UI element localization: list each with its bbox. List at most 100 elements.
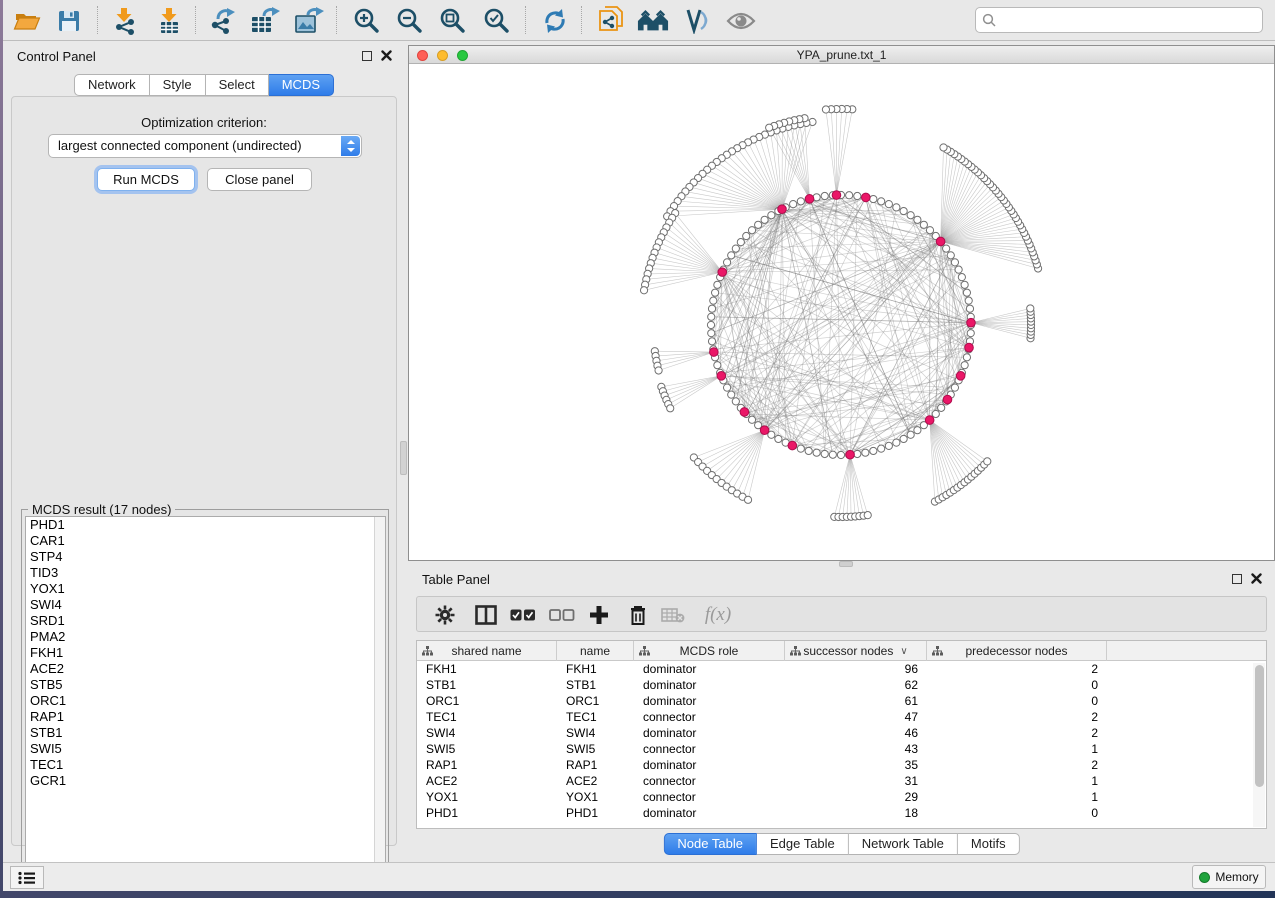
mcds-result-item[interactable]: YOX1 — [26, 581, 385, 597]
node-table: shared namenameMCDS rolesuccessor nodes∨… — [416, 640, 1267, 829]
table-cell: YOX1 — [557, 789, 634, 805]
column-header-shared-name[interactable]: shared name — [417, 641, 557, 661]
table-tab-node-table[interactable]: Node Table — [663, 833, 757, 855]
close-panel-icon[interactable] — [1251, 573, 1262, 584]
mcds-result-groupbox: MCDS result (17 nodes) PHD1CAR1STP4TID3Y… — [21, 509, 389, 877]
import-network-icon[interactable] — [109, 5, 141, 37]
column-header-successor-nodes[interactable]: successor nodes∨ — [785, 641, 927, 661]
control-panel-window-buttons — [362, 50, 392, 61]
zoom-fit-icon[interactable] — [437, 5, 469, 37]
table-row[interactable]: YOX1YOX1connector291 — [417, 789, 1266, 805]
table-row[interactable]: ORC1ORC1dominator610 — [417, 693, 1266, 709]
table-cell: FKH1 — [557, 661, 634, 677]
mcds-result-item[interactable]: PHD1 — [26, 517, 385, 533]
table-row[interactable]: RAP1RAP1dominator352 — [417, 757, 1266, 773]
toolbar-separator — [336, 6, 337, 34]
table-row[interactable]: ACE2ACE2connector311 — [417, 773, 1266, 789]
table-cell: 1 — [927, 741, 1107, 757]
mcds-result-item[interactable]: STP4 — [26, 549, 385, 565]
delete-column-icon[interactable] — [624, 601, 652, 629]
table-row[interactable]: SWI4SWI4dominator462 — [417, 725, 1266, 741]
column-header-MCDS-role[interactable]: MCDS role — [634, 641, 785, 661]
mcds-result-item[interactable]: SRD1 — [26, 613, 385, 629]
refresh-icon[interactable] — [539, 5, 571, 37]
mcds-result-item[interactable]: STB5 — [26, 677, 385, 693]
table-row[interactable]: TEC1TEC1connector472 — [417, 709, 1266, 725]
column-header-name[interactable]: name — [557, 641, 634, 661]
table-scrollbar-thumb[interactable] — [1255, 665, 1264, 787]
table-panel: Table Panel — [408, 567, 1275, 862]
table-cell: connector — [634, 709, 785, 725]
table-cell: PHD1 — [417, 805, 557, 821]
function-builder-icon[interactable]: f(x) — [698, 601, 738, 629]
column-visibility-icon[interactable] — [472, 601, 500, 629]
network-window-titlebar[interactable]: YPA_prune.txt_1 — [409, 46, 1274, 64]
network-canvas[interactable] — [409, 64, 1274, 560]
mcds-result-item[interactable]: ACE2 — [26, 661, 385, 677]
float-panel-icon[interactable] — [1232, 574, 1242, 584]
share-network-document-icon[interactable] — [595, 5, 627, 37]
table-cell: SWI4 — [417, 725, 557, 741]
toolbar-separator — [97, 6, 98, 34]
float-panel-icon[interactable] — [362, 51, 372, 61]
mcds-list-scrollbar[interactable] — [374, 517, 385, 873]
graphics-details-icon[interactable] — [681, 5, 713, 37]
tab-select[interactable]: Select — [206, 74, 269, 96]
table-cell: PHD1 — [557, 805, 634, 821]
table-scrollbar[interactable] — [1253, 663, 1265, 827]
mcds-result-item[interactable]: CAR1 — [26, 533, 385, 549]
mcds-result-item[interactable]: RAP1 — [26, 709, 385, 725]
table-tab-motifs[interactable]: Motifs — [958, 833, 1020, 855]
table-cell: ORC1 — [557, 693, 634, 709]
select-all-rows-icon[interactable] — [509, 601, 537, 629]
table-row[interactable]: FKH1FKH1dominator962 — [417, 661, 1266, 677]
export-image-icon[interactable] — [293, 5, 325, 37]
export-network-icon[interactable] — [207, 5, 239, 37]
table-cell: SWI5 — [417, 741, 557, 757]
table-tab-edge-table[interactable]: Edge Table — [757, 833, 849, 855]
mcds-result-item[interactable]: PMA2 — [26, 629, 385, 645]
memory-button[interactable]: Memory — [1192, 865, 1266, 889]
save-session-icon[interactable] — [53, 5, 85, 37]
deselect-all-rows-icon[interactable] — [548, 601, 576, 629]
run-mcds-button[interactable]: Run MCDS — [97, 168, 195, 191]
table-row[interactable]: STB1STB1dominator620 — [417, 677, 1266, 693]
zoom-selected-icon[interactable] — [481, 5, 513, 37]
status-bar: Memory — [3, 862, 1275, 891]
table-cell: 2 — [927, 757, 1107, 773]
delete-table-icon[interactable] — [659, 601, 687, 629]
zoom-in-icon[interactable] — [351, 5, 383, 37]
mcds-result-item[interactable]: GCR1 — [26, 773, 385, 789]
close-panel-button[interactable]: Close panel — [207, 168, 312, 191]
tab-mcds[interactable]: MCDS — [269, 74, 334, 96]
settings-gear-icon[interactable] — [431, 601, 459, 629]
panel-menu-button[interactable] — [10, 866, 44, 889]
mcds-result-list[interactable]: PHD1CAR1STP4TID3YOX1SWI4SRD1PMA2FKH1ACE2… — [25, 516, 386, 874]
mcds-result-item[interactable]: STB1 — [26, 725, 385, 741]
zoom-out-icon[interactable] — [394, 5, 426, 37]
tab-style[interactable]: Style — [150, 74, 206, 96]
table-row[interactable]: PHD1PHD1dominator180 — [417, 805, 1266, 821]
open-file-icon[interactable] — [11, 5, 43, 37]
import-table-icon[interactable] — [153, 5, 185, 37]
search-input[interactable] — [975, 7, 1263, 33]
show-hide-eye-icon[interactable] — [725, 5, 757, 37]
mcds-result-item[interactable]: FKH1 — [26, 645, 385, 661]
tab-network[interactable]: Network — [74, 74, 150, 96]
select-stepper-icon — [341, 136, 360, 156]
vertical-splitter-handle[interactable] — [400, 441, 407, 475]
optimization-criterion-select[interactable]: largest connected component (undirected) — [48, 134, 362, 158]
mcds-result-item[interactable]: ORC1 — [26, 693, 385, 709]
mcds-result-item[interactable]: SWI4 — [26, 597, 385, 613]
column-header-predecessor-nodes[interactable]: predecessor nodes — [927, 641, 1107, 661]
mcds-result-item[interactable]: TID3 — [26, 565, 385, 581]
table-tab-network-table[interactable]: Network Table — [849, 833, 958, 855]
close-panel-icon[interactable] — [381, 50, 392, 61]
network-overview-icon[interactable] — [637, 5, 669, 37]
mcds-result-item[interactable]: TEC1 — [26, 757, 385, 773]
table-cell: RAP1 — [417, 757, 557, 773]
mcds-result-item[interactable]: SWI5 — [26, 741, 385, 757]
export-table-icon[interactable] — [249, 5, 281, 37]
table-row[interactable]: SWI5SWI5connector431 — [417, 741, 1266, 757]
add-column-icon[interactable] — [585, 601, 613, 629]
